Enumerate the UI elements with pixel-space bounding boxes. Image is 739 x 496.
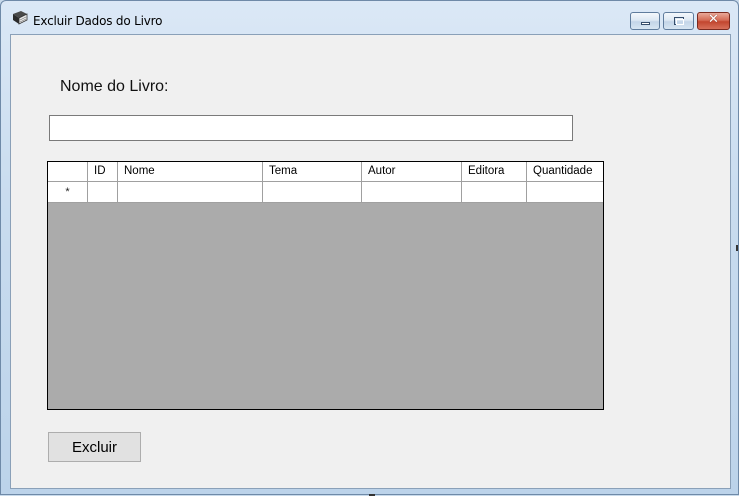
nome-livro-label: Nome do Livro: bbox=[60, 78, 169, 95]
window-title: Excluir Dados do Livro bbox=[33, 14, 163, 28]
minimize-icon bbox=[641, 22, 650, 25]
edge-resize-handle[interactable] bbox=[736, 245, 738, 251]
new-row-header[interactable]: * bbox=[48, 182, 88, 203]
book-icon bbox=[11, 10, 29, 26]
cell-id[interactable] bbox=[88, 182, 118, 203]
form-client-area: Nome do Livro: ID Nome Tema Autor Editor… bbox=[10, 34, 731, 489]
cell-autor[interactable] bbox=[362, 182, 462, 203]
nome-livro-input[interactable] bbox=[49, 115, 573, 141]
maximize-icon bbox=[674, 17, 684, 25]
close-icon: ✕ bbox=[708, 12, 719, 27]
cell-nome[interactable] bbox=[118, 182, 263, 203]
column-header-nome[interactable]: Nome bbox=[118, 162, 263, 181]
column-header-id[interactable]: ID bbox=[88, 162, 118, 181]
column-header-tema[interactable]: Tema bbox=[263, 162, 362, 181]
cell-editora[interactable] bbox=[462, 182, 527, 203]
grid-header-row: ID Nome Tema Autor Editora Quantidade bbox=[48, 162, 603, 182]
title-bar[interactable]: Excluir Dados do Livro ✕ bbox=[1, 1, 738, 33]
cell-quantidade[interactable] bbox=[527, 182, 603, 203]
excluir-button[interactable]: Excluir bbox=[48, 432, 141, 462]
cell-tema[interactable] bbox=[263, 182, 362, 203]
maximize-button[interactable] bbox=[663, 12, 694, 30]
livros-data-grid[interactable]: ID Nome Tema Autor Editora Quantidade * bbox=[47, 161, 604, 410]
new-row[interactable]: * bbox=[48, 182, 603, 203]
close-button[interactable]: ✕ bbox=[697, 12, 730, 30]
row-header-corner[interactable] bbox=[48, 162, 88, 181]
minimize-button[interactable] bbox=[630, 12, 660, 30]
column-header-editora[interactable]: Editora bbox=[462, 162, 527, 181]
column-header-quantidade[interactable]: Quantidade bbox=[527, 162, 603, 181]
app-window: Excluir Dados do Livro ✕ Nome do Livro: … bbox=[0, 0, 739, 496]
column-header-autor[interactable]: Autor bbox=[362, 162, 462, 181]
new-row-marker: * bbox=[65, 186, 70, 198]
